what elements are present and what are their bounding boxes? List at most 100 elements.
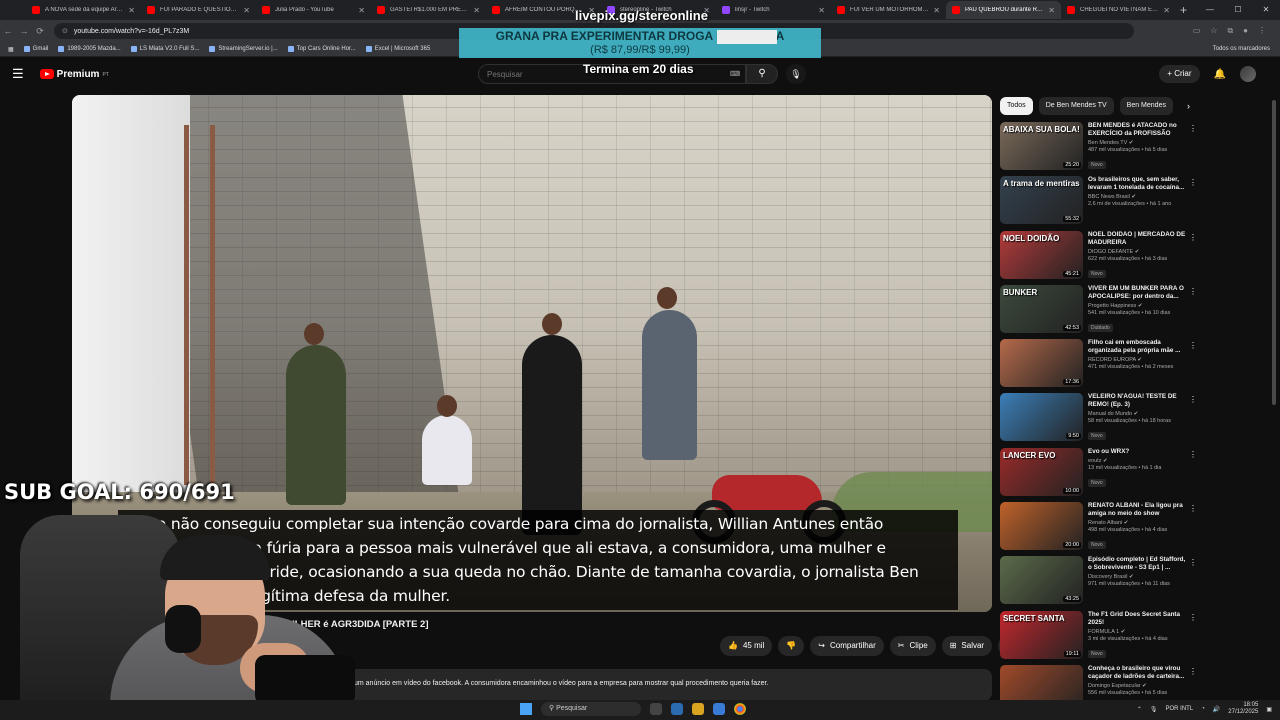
more-vertical-icon[interactable]: ⋮ [1189,558,1197,567]
tray-mic-icon[interactable]: 🎙 [1150,706,1158,713]
hamburger-menu-icon[interactable]: ☰ [12,66,24,82]
save-button[interactable]: ⊞ Salvar [941,636,993,656]
video-thumbnail[interactable]: A trama de mentiras 55:32 [1000,176,1083,225]
bookmark-item[interactable]: Gmail [23,46,48,52]
site-info-icon[interactable]: ⊙ [62,27,68,35]
recommended-video[interactable]: 20:00 RENATO ALBANI - Ela ligou pra amig… [1000,502,1200,556]
taskbar-search[interactable]: ⚲ Pesquisar [541,702,641,716]
video-thumbnail[interactable]: LANCER EVO 10:00 [1000,447,1083,496]
recommended-title[interactable]: BEN MENDES é ATACADO no EXERCÍCIO da PRO… [1088,122,1188,138]
channel-name[interactable]: Renato Albani ✔ [1088,520,1188,526]
start-icon[interactable] [520,703,532,715]
close-tab-icon[interactable]: ✕ [243,6,250,15]
recommended-title[interactable]: VELEIRO N'ÁGUA! TESTE DE REMO! (Ep. 3) [1088,393,1188,409]
new-tab-icon[interactable]: + [1180,3,1187,17]
more-vertical-icon[interactable]: ⋮ [1189,341,1197,350]
recommended-video[interactable]: LANCER EVO 10:00 Evo ou WRX? eoutz ✔ 13 m… [1000,447,1200,502]
more-vertical-icon[interactable]: ⋮ [1189,233,1197,242]
more-vertical-icon[interactable]: ⋮ [1189,395,1197,404]
all-bookmarks-button[interactable]: Todos os marcadores [1213,46,1280,52]
bookmark-item[interactable]: Top Cars Online Hor... [287,46,356,52]
video-thumbnail[interactable]: 43:25 [1000,556,1083,605]
close-tab-icon[interactable]: ✕ [128,6,135,15]
filter-chip[interactable]: Todos [1000,97,1033,115]
video-thumbnail[interactable]: SECRET SANTA 19:11 [1000,610,1083,659]
recommended-video[interactable]: 43:25 Episódio completo | Ed Stafford, o… [1000,556,1200,610]
reload-icon[interactable]: ⟳ [32,26,48,37]
youtube-logo[interactable]: Premium PT [39,69,109,80]
store-icon[interactable] [713,703,725,715]
close-tab-icon[interactable]: ✕ [818,6,825,15]
clock[interactable]: 18:05 27/12/2025 [1228,702,1258,716]
recommended-title[interactable]: Filho cai em emboscada organizada pela p… [1088,339,1188,355]
channel-name[interactable]: Ben Mendes TV ✔ [1088,140,1188,146]
channel-name[interactable]: eoutz ✔ [1088,458,1188,464]
tray-chevron-icon[interactable]: ⌃ [1137,706,1142,713]
account-avatar[interactable] [1240,66,1256,82]
close-tab-icon[interactable]: ✕ [933,6,940,15]
more-vertical-icon[interactable]: ⋮ [1189,450,1197,459]
filter-chip[interactable]: Ben Mendes [1119,97,1173,115]
minimize-icon[interactable]: — [1196,0,1224,20]
more-vertical-icon[interactable]: ⋮ [1189,504,1197,513]
video-thumbnail[interactable]: 17:36 [1000,339,1083,388]
video-thumbnail[interactable]: NOEL DOIDÃO 45:21 [1000,230,1083,279]
bookmark-item[interactable]: Excel | Microsoft 365 [365,46,430,52]
recommended-title[interactable]: Conheça o brasileiro que virou caçador d… [1088,665,1188,681]
volume-icon[interactable]: 🔊 [1213,706,1220,713]
back-icon[interactable]: ← [0,26,16,36]
recommended-video[interactable]: BUNKER 42:53 VIVER EM UM BUNKER PARA O AP… [1000,284,1200,339]
close-tab-icon[interactable]: ✕ [1163,6,1170,15]
more-vertical-icon[interactable]: ⋮ [1189,613,1197,622]
dislike-button[interactable]: 👎 [778,636,805,656]
bookmark-item[interactable]: 1989-2005 Mazda... [58,46,121,52]
recommended-title[interactable]: NOEL DOIDÃO | MERCADÃO DE MADUREIRA [1088,231,1188,247]
browser-tab[interactable]: FUI PARADO E QUESTIONADO... ✕ [141,1,256,19]
share-button[interactable]: ↪ Compartilhar [810,636,884,656]
forward-icon[interactable]: → [16,26,32,36]
channel-name[interactable]: RECORD EUROPA ✔ [1088,357,1188,363]
voice-search-button[interactable]: 🎙 [786,64,806,84]
apps-icon[interactable]: ▦ [8,46,14,53]
extensions-icon[interactable]: ⧉ [1227,26,1233,36]
channel-name[interactable]: FORMULA 1 ✔ [1088,629,1188,635]
channel-name[interactable]: DIOGO DEFANTE ✔ [1088,249,1188,255]
channel-name[interactable]: Progetto Happiness ✔ [1088,303,1188,309]
task-view-icon[interactable] [650,703,662,715]
menu-icon[interactable]: ⋮ [1258,26,1266,36]
recommended-title[interactable]: VIVER EM UM BUNKER PARA O APOCALIPSE: po… [1088,285,1188,301]
more-vertical-icon[interactable]: ⋮ [1189,124,1197,133]
recommended-title[interactable]: The F1 Grid Does Secret Santa 2025! [1088,611,1188,627]
more-vertical-icon[interactable]: ⋮ [1189,667,1197,676]
bookmark-star-icon[interactable]: ☆ [1210,26,1217,36]
close-window-icon[interactable]: ✕ [1252,0,1280,20]
channel-name[interactable]: Domingo Espetacular ✔ [1088,683,1188,689]
browser-tab[interactable]: CHEGUEI NO VIETNAM E JÁ... ✕ [1061,1,1176,19]
browser-tab[interactable]: PAU QUEBROU durante REPOR... ✕ [946,1,1061,19]
bookmark-item[interactable]: StreamingServer.io |... [209,46,278,52]
close-tab-icon[interactable]: ✕ [1048,6,1055,15]
copilot-icon[interactable] [671,703,683,715]
browser-tab[interactable]: FUI VER UM MOTORHOME D... ✕ [831,1,946,19]
video-thumbnail[interactable]: 9:50 [1000,393,1083,442]
wifi-icon[interactable]: ◔ [1201,706,1205,712]
clip-button[interactable]: ✂ Clipe [889,636,936,656]
recommended-title[interactable]: Os brasileiros que, sem saber, levaram 1… [1088,176,1188,192]
page-scrollbar[interactable] [1272,100,1276,405]
language-indicator[interactable]: POR INTL [1166,706,1194,712]
maximize-icon[interactable]: ☐ [1224,0,1252,20]
notifications-bell-icon[interactable]: 🔔 [1214,69,1226,80]
recommended-video[interactable]: 9:50 VELEIRO N'ÁGUA! TESTE DE REMO! (Ep.… [1000,393,1200,447]
channel-name[interactable]: BBC News Brasil ✔ [1088,194,1188,200]
bookmark-item[interactable]: LS Miata V2.0 Full S... [130,46,199,52]
create-button[interactable]: + Criar [1159,65,1200,83]
notification-center-icon[interactable]: ▣ [1266,706,1272,713]
browser-tab[interactable]: Julia Prado - YouTube ✕ [256,1,371,19]
recommended-video[interactable]: 17:36 Filho cai em emboscada organizada … [1000,339,1200,393]
browser-tab[interactable]: linsjr - Twitch ✕ [716,1,831,19]
video-thumbnail[interactable]: BUNKER 42:53 [1000,284,1083,333]
file-explorer-icon[interactable] [692,703,704,715]
channel-name[interactable]: Manual do Mundo ✔ [1088,411,1188,417]
close-tab-icon[interactable]: ✕ [473,6,480,15]
recommended-title[interactable]: RENATO ALBANI - Ela ligou pra amiga no m… [1088,502,1188,518]
